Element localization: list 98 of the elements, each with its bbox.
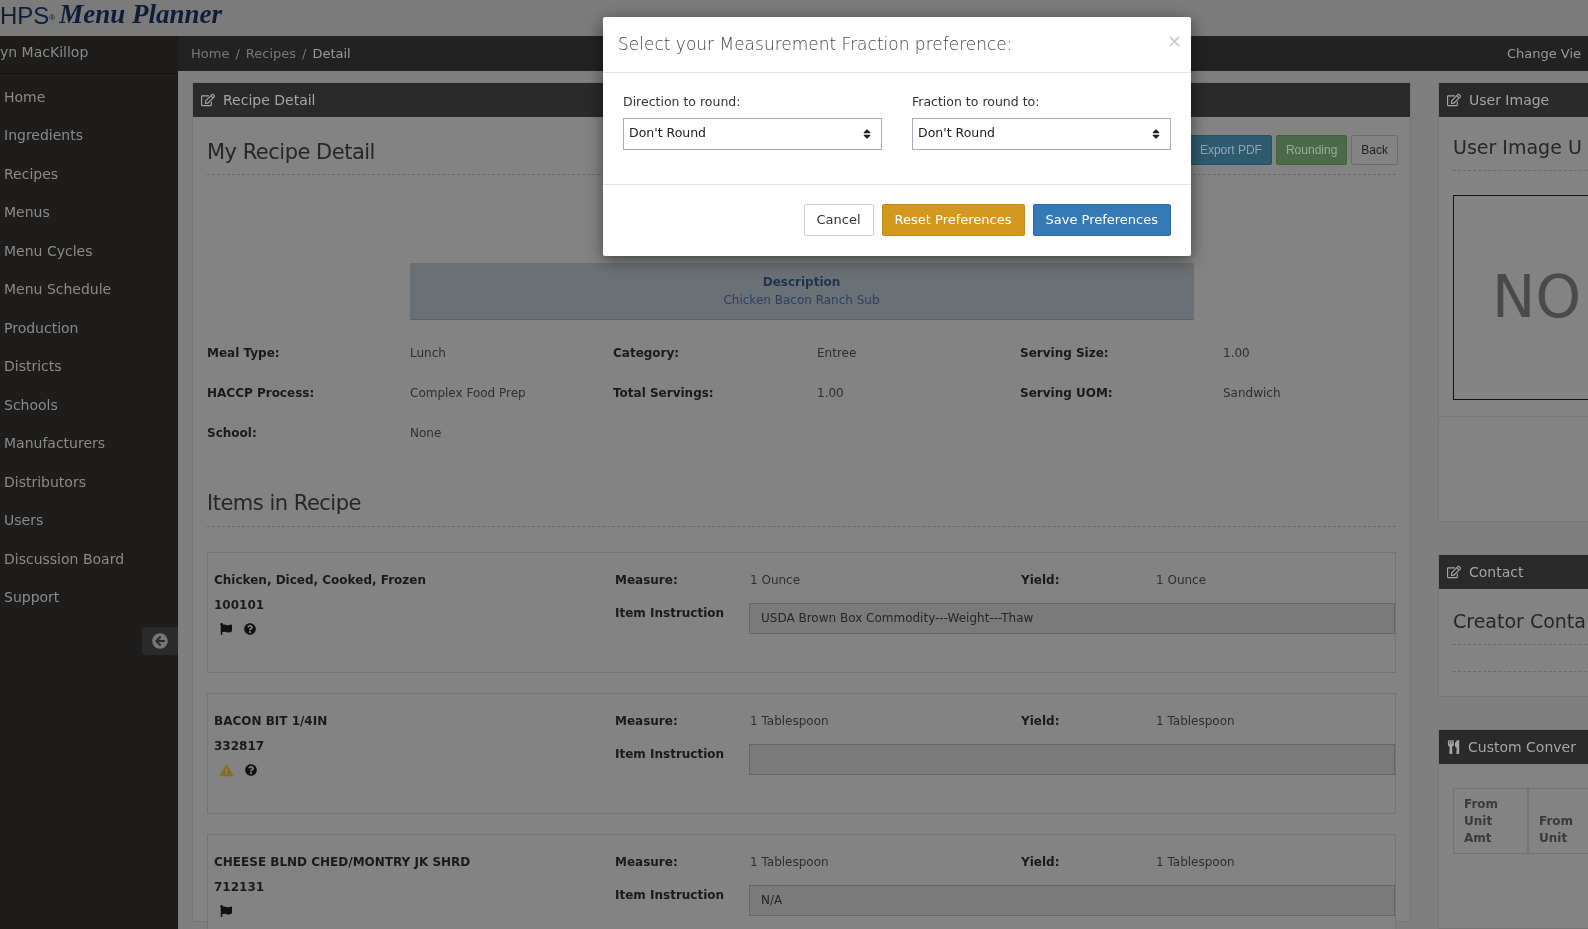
select-field[interactable]: Don't Round bbox=[623, 117, 882, 150]
measure-value: 1 Tablespoon bbox=[750, 853, 830, 871]
field-label: Meal Type: bbox=[207, 345, 281, 362]
description-value: Chicken Bacon Ranch Sub bbox=[723, 292, 880, 309]
field-value: Complex Food Prep bbox=[410, 385, 527, 402]
field-value: 1.00 bbox=[817, 385, 845, 402]
field-label: School: bbox=[207, 425, 258, 442]
sidebar-item[interactable]: Support bbox=[0, 578, 178, 617]
dialog-button[interactable]: Save Preferences bbox=[1032, 204, 1171, 236]
sidebar-item[interactable]: Districts bbox=[0, 347, 178, 386]
measure-label: Measure: bbox=[615, 853, 679, 871]
item-code: 100101 bbox=[214, 596, 266, 614]
instruction-label: Item Instruction bbox=[615, 886, 726, 904]
instruction-field[interactable]: N/A bbox=[749, 884, 1395, 916]
select-label: Direction to round: bbox=[623, 93, 742, 111]
edit-icon bbox=[1447, 93, 1461, 107]
measure-label: Measure: bbox=[615, 712, 679, 730]
sidebar-item[interactable]: Discussion Board bbox=[0, 540, 178, 579]
sidebar-item[interactable]: Menu Schedule bbox=[0, 270, 178, 309]
yield-value: 1 Tablespoon bbox=[1156, 712, 1236, 730]
field-value: Sandwich bbox=[1223, 385, 1282, 402]
toolbar-button[interactable]: Rounding bbox=[1275, 135, 1348, 165]
instruction-label: Item Instruction bbox=[615, 745, 726, 763]
panel-title: Recipe Detail bbox=[223, 90, 316, 110]
breadcrumb-separator: / bbox=[235, 44, 240, 63]
change-view-link[interactable]: Change Vie bbox=[1506, 43, 1581, 64]
warning-icon bbox=[220, 763, 233, 777]
instruction-label: Item Instruction bbox=[615, 604, 726, 622]
breadcrumb-link[interactable]: Recipes bbox=[245, 43, 296, 64]
field-label: HACCP Process: bbox=[207, 385, 316, 402]
flag-icon bbox=[220, 622, 232, 635]
toolbar-button[interactable]: Back bbox=[1351, 135, 1398, 165]
collapse-button[interactable] bbox=[142, 627, 178, 655]
panel-title: Contact bbox=[1469, 562, 1524, 582]
utensils-icon bbox=[1447, 740, 1460, 754]
field-label: Category: bbox=[613, 345, 681, 362]
yield-label: Yield: bbox=[1021, 712, 1061, 730]
edit-icon bbox=[201, 93, 215, 107]
measure-label: Measure: bbox=[615, 571, 679, 589]
sidebar-item[interactable]: Users bbox=[0, 501, 178, 540]
back-arrow-icon bbox=[152, 633, 168, 649]
help-icon bbox=[245, 764, 257, 776]
field-label: Serving Size: bbox=[1020, 345, 1110, 362]
dialog-button[interactable]: Reset Preferences bbox=[881, 204, 1025, 236]
field-value: 1.00 bbox=[1223, 345, 1251, 362]
breadcrumb-current: Detail bbox=[312, 44, 351, 63]
field-value: None bbox=[410, 425, 443, 442]
flag-icon bbox=[220, 904, 232, 917]
dialog-button[interactable]: Cancel bbox=[803, 204, 874, 236]
measure-value: 1 Ounce bbox=[750, 571, 802, 589]
yield-value: 1 Ounce bbox=[1156, 571, 1208, 589]
table-header-cell: From Unit Amt bbox=[1453, 788, 1528, 854]
panel-heading: User Image U bbox=[1453, 136, 1582, 158]
select-label: Fraction to round to: bbox=[912, 93, 1041, 111]
help-icon bbox=[244, 622, 256, 635]
table-header-cell: From Unit bbox=[1528, 788, 1588, 854]
logo-title: Menu Planner bbox=[59, 1, 223, 28]
user-name: yn MacKillop bbox=[0, 43, 89, 62]
sidebar-item[interactable]: Distributors bbox=[0, 463, 178, 502]
toolbar-button[interactable]: Export PDF bbox=[1189, 135, 1272, 165]
yield-value: 1 Tablespoon bbox=[1156, 853, 1236, 871]
sidebar-item[interactable]: Menu Cycles bbox=[0, 232, 178, 271]
page-heading: My Recipe Detail bbox=[207, 138, 375, 166]
dialog-title: Select your Measurement Fraction preference: bbox=[618, 32, 1013, 56]
field-value: Lunch bbox=[410, 345, 447, 362]
panel-heading: Creator Conta bbox=[1453, 610, 1586, 632]
field-label: Serving UOM: bbox=[1020, 385, 1114, 402]
section-heading: Items in Recipe bbox=[207, 491, 361, 515]
description-label: Description bbox=[762, 274, 841, 291]
instruction-field[interactable]: USDA Brown Box Commodity---Weight---Thaw bbox=[749, 602, 1395, 634]
sidebar-item[interactable]: Manufacturers bbox=[0, 424, 178, 463]
item-name: CHEESE BLND CHED/MONTRY JK SHRD bbox=[214, 853, 472, 871]
sidebar-item[interactable]: Production bbox=[0, 309, 178, 348]
field-value: Entree bbox=[817, 345, 858, 362]
sidebar-item[interactable]: Menus bbox=[0, 193, 178, 232]
item-code: 712131 bbox=[214, 878, 266, 896]
breadcrumb-link[interactable]: Home bbox=[191, 43, 230, 64]
panel-title: User Image bbox=[1469, 90, 1550, 110]
logo-prefix: HPS$^{®}$ bbox=[0, 4, 56, 28]
yield-label: Yield: bbox=[1021, 853, 1061, 871]
item-code: 332817 bbox=[214, 737, 266, 755]
sidebar-item[interactable]: Ingredients bbox=[0, 116, 178, 155]
yield-label: Yield: bbox=[1021, 571, 1061, 589]
measure-value: 1 Tablespoon bbox=[750, 712, 830, 730]
item-name: Chicken, Diced, Cooked, Frozen bbox=[214, 571, 427, 589]
panel-title: Custom Conver bbox=[1468, 737, 1576, 757]
field-label: Total Servings: bbox=[613, 385, 715, 402]
item-name: BACON BIT 1/4IN bbox=[214, 712, 329, 730]
instruction-field[interactable] bbox=[749, 743, 1395, 775]
sort-arrows-icon bbox=[1151, 127, 1161, 140]
sidebar-item[interactable]: Recipes bbox=[0, 155, 178, 194]
sidebar-item[interactable]: Schools bbox=[0, 386, 178, 425]
edit-icon bbox=[1447, 565, 1461, 579]
sort-arrows-icon bbox=[862, 127, 872, 140]
sidebar-item[interactable]: Home bbox=[0, 78, 178, 117]
select-field[interactable]: Don't Round bbox=[912, 117, 1171, 150]
placeholder-text: NO bbox=[1492, 261, 1582, 333]
breadcrumb-separator: / bbox=[302, 44, 307, 63]
